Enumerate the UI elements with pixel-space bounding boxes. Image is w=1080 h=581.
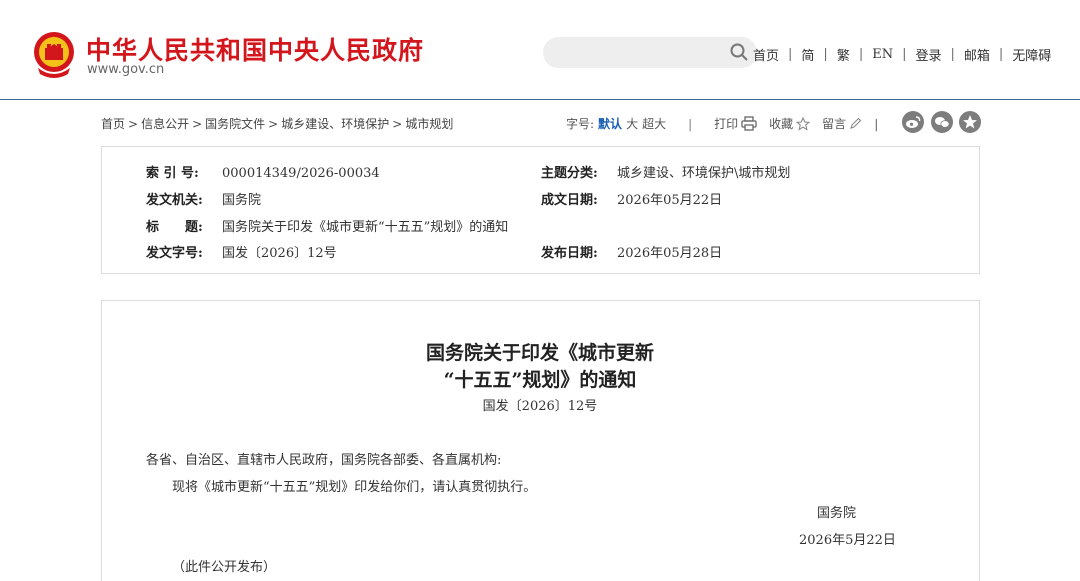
nav-home[interactable]: 首页 xyxy=(753,45,779,64)
info-topic: 主题分类: 城乡建设、环境保护\城市规划 xyxy=(541,162,790,181)
font-size-large[interactable]: 大 xyxy=(626,115,638,132)
info-issuer-label: 发文机关: xyxy=(146,193,203,208)
favorite-button[interactable]: 收藏 xyxy=(769,115,793,132)
info-topic-value: 城乡建设、环境保护\城市规划 xyxy=(617,166,791,181)
info-publish-date: 发布日期: 2026年05月28日 xyxy=(541,242,722,261)
site-url[interactable]: www.gov.cn xyxy=(87,62,164,77)
info-title: 标 题: 国务院关于印发《城市更新“十五五”规划》的通知 xyxy=(146,216,508,235)
info-date-written-label: 成文日期: xyxy=(541,193,598,208)
info-date-written-value: 2026年05月22日 xyxy=(617,193,723,208)
printer-icon[interactable] xyxy=(741,116,757,131)
site-header: 中华人民共和国中央人民政府 www.gov.cn 首页 | 简 | 繁 | EN… xyxy=(0,0,1080,100)
info-index-value: 000014349/2026-00034 xyxy=(222,166,380,181)
pencil-icon[interactable] xyxy=(849,117,862,130)
info-issuer: 发文机关: 国务院 xyxy=(146,189,261,208)
info-index-label: 索 引 号: xyxy=(146,166,199,181)
page-tools: 字号: 默认 大 超大 | 打印 收藏 留言 | xyxy=(566,115,878,132)
breadcrumb-separator: > xyxy=(268,117,279,131)
breadcrumb-urban-planning[interactable]: 城市规划 xyxy=(405,117,453,131)
top-nav: 首页 | 简 | 繁 | EN | 登录 | 邮箱 | 无障碍 xyxy=(753,45,1051,64)
info-doc-number-label: 发文字号: xyxy=(146,246,203,261)
breadcrumb: 首页 > 信息公开 > 国务院文件 > 城乡建设、环境保护 > 城市规划 xyxy=(101,115,453,132)
document-release-note: （此件公开发布） xyxy=(172,560,277,575)
weibo-icon[interactable] xyxy=(902,111,924,133)
nav-divider: | xyxy=(902,47,907,62)
nav-traditional[interactable]: 繁 xyxy=(837,45,850,64)
breadcrumb-info-public[interactable]: 信息公开 xyxy=(141,117,189,131)
search-icon[interactable] xyxy=(729,42,749,62)
breadcrumb-home[interactable]: 首页 xyxy=(101,117,125,131)
document-title-line2: “十五五”规划》的通知 xyxy=(443,369,637,391)
tools-divider: | xyxy=(874,116,879,131)
document-number: 国发〔2026〕12号 xyxy=(482,399,598,414)
nav-english[interactable]: EN xyxy=(872,47,893,62)
font-size-default[interactable]: 默认 xyxy=(598,115,622,132)
nav-divider: | xyxy=(823,47,828,62)
info-doc-number-value: 国发〔2026〕12号 xyxy=(222,246,337,261)
font-size-label: 字号: xyxy=(566,117,595,131)
info-topic-label: 主题分类: xyxy=(541,166,598,181)
favorite-star-icon[interactable] xyxy=(959,111,981,133)
document-body: 现将《城市更新“十五五”规划》印发给你们，请认真贯彻执行。 xyxy=(172,480,537,495)
breadcrumb-separator: > xyxy=(128,117,139,131)
nav-login[interactable]: 登录 xyxy=(915,45,941,64)
document-salutation: 各省、自治区、直辖市人民政府，国务院各部委、各直属机构: xyxy=(146,453,502,468)
wechat-icon[interactable] xyxy=(931,111,953,133)
nav-divider: | xyxy=(858,47,864,62)
nav-divider: | xyxy=(950,47,955,62)
info-doc-number: 发文字号: 国发〔2026〕12号 xyxy=(146,242,337,261)
document-title-line1: 国务院关于印发《城市更新 xyxy=(425,342,654,364)
nav-divider: | xyxy=(788,47,793,62)
breadcrumb-urban-environment[interactable]: 城乡建设、环境保护 xyxy=(281,117,389,131)
breadcrumb-separator: > xyxy=(192,117,203,131)
nav-divider: | xyxy=(998,47,1004,62)
info-index: 索 引 号: 000014349/2026-00034 xyxy=(146,162,380,181)
font-size-xlarge[interactable]: 超大 xyxy=(642,115,666,132)
info-publish-date-label: 发布日期: xyxy=(541,246,598,261)
search-input[interactable] xyxy=(543,37,757,68)
info-title-label: 标 题: xyxy=(146,220,203,235)
info-title-value: 国务院关于印发《城市更新“十五五”规划》的通知 xyxy=(222,220,509,235)
national-emblem-icon[interactable] xyxy=(32,30,76,78)
breadcrumb-state-council-docs[interactable]: 国务院文件 xyxy=(205,117,265,131)
star-outline-icon[interactable] xyxy=(796,116,811,131)
info-date-written: 成文日期: 2026年05月22日 xyxy=(541,189,722,208)
nav-mail[interactable]: 邮箱 xyxy=(964,45,990,64)
print-button[interactable]: 打印 xyxy=(714,115,738,132)
breadcrumb-separator: > xyxy=(392,117,403,131)
info-issuer-value: 国务院 xyxy=(222,193,262,208)
document-date: 2026年5月22日 xyxy=(799,533,896,548)
tools-divider: | xyxy=(688,116,693,131)
info-publish-date-value: 2026年05月28日 xyxy=(617,246,723,261)
document-signer: 国务院 xyxy=(817,506,857,521)
nav-accessibility[interactable]: 无障碍 xyxy=(1012,45,1051,64)
nav-simplified[interactable]: 简 xyxy=(801,45,814,64)
comment-button[interactable]: 留言 xyxy=(822,115,846,132)
